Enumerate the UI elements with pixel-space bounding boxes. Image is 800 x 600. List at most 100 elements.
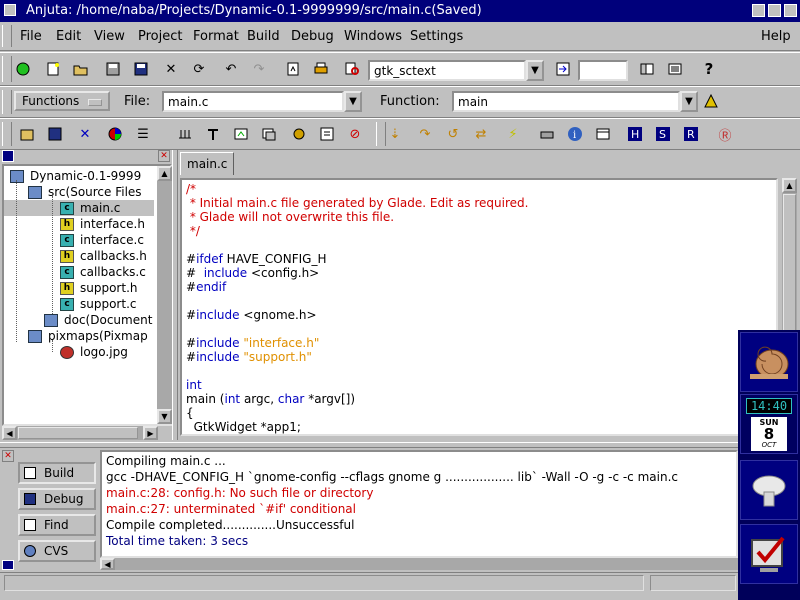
tab-build[interactable]: Build <box>18 462 96 484</box>
code-line[interactable]: int <box>186 378 202 392</box>
file-combo-dropdown[interactable]: ▼ <box>344 91 362 112</box>
save-all-icon[interactable] <box>132 60 150 78</box>
message-line[interactable]: Total time taken: 3 secs <box>106 534 248 548</box>
code-line[interactable]: #include <gnome.h> <box>186 308 317 322</box>
menu-project[interactable]: Project <box>138 29 182 44</box>
minimize-button[interactable] <box>752 4 765 17</box>
function-combo-dropdown[interactable]: ▼ <box>680 91 698 112</box>
execute-icon[interactable] <box>260 125 278 143</box>
code-line[interactable]: #ifdef HAVE_CONFIG_H <box>186 252 327 266</box>
open-file-icon[interactable] <box>72 60 90 78</box>
snail-icon[interactable] <box>740 332 798 392</box>
build-messages[interactable]: Compiling main.c ... gcc -DHAVE_CONFIG_H… <box>100 450 738 558</box>
interrupt-icon[interactable]: ⚡ <box>504 125 522 143</box>
pane-splitter[interactable] <box>172 150 178 440</box>
configure-icon[interactable] <box>290 125 308 143</box>
tree-item[interactable]: h support.h <box>60 280 138 296</box>
tab-cvs[interactable]: CVS <box>18 540 96 562</box>
tree-item[interactable]: c support.c <box>60 296 136 312</box>
project-dock-close-icon[interactable]: ✕ <box>158 150 170 162</box>
mushroom-icon[interactable] <box>740 460 798 520</box>
code-line[interactable]: #endif <box>186 280 226 294</box>
print-preview-icon[interactable] <box>284 60 302 78</box>
print-icon[interactable] <box>312 60 330 78</box>
messages-hscrollbar[interactable]: ◀ <box>100 558 738 570</box>
menu-view[interactable]: View <box>94 29 125 44</box>
tree-item[interactable]: c callbacks.c <box>60 264 146 280</box>
browse-mode-button[interactable]: Functions <box>14 91 110 111</box>
build-icon[interactable] <box>204 125 222 143</box>
menu-format[interactable]: Format <box>193 29 239 44</box>
code-line[interactable]: # include <config.h> <box>186 266 319 280</box>
scroll-up-icon[interactable]: ▲ <box>157 166 172 181</box>
menu-windows[interactable]: Windows <box>344 29 402 44</box>
function-combo-input[interactable]: main <box>452 91 680 112</box>
code-line[interactable]: main (int argc, char *argv[]) <box>186 392 355 406</box>
code-line[interactable]: #include "support.h" <box>186 350 312 364</box>
reload-icon[interactable]: ⟳ <box>190 60 208 78</box>
debug-start-icon[interactable] <box>318 125 336 143</box>
message-line[interactable]: Compile completed..............Unsuccess… <box>106 518 354 532</box>
run-icon[interactable] <box>14 60 32 78</box>
message-line-error[interactable]: main.c:28: config.h: No such file or dir… <box>106 486 373 500</box>
tab-main-c[interactable]: main.c <box>180 152 235 175</box>
scroll-left-icon[interactable]: ◀ <box>100 558 115 570</box>
browser-toolbar-grip[interactable] <box>2 90 12 114</box>
header-toggle-icon[interactable]: H <box>626 125 644 143</box>
scroll-left-icon[interactable]: ◀ <box>2 426 17 440</box>
code-line[interactable]: GtkWidget *app1; <box>186 420 301 434</box>
open-project-icon[interactable] <box>18 125 36 143</box>
project-dock-handle-icon[interactable] <box>2 150 14 162</box>
close-project-icon[interactable]: ✕ <box>76 125 94 143</box>
stop-icon[interactable]: ⊘ <box>346 125 364 143</box>
scroll-right-icon[interactable]: ▶ <box>143 426 158 440</box>
project-tree[interactable]: Dynamic-0.1-9999 src(Source Files c main… <box>2 164 172 426</box>
search-combo-input[interactable]: gtk_sctext <box>368 60 526 81</box>
step-out-icon[interactable]: ↺ <box>444 125 462 143</box>
project-tree-hscrollbar[interactable]: ◀ ▶ <box>2 426 158 440</box>
checkbox-task-icon[interactable] <box>740 524 798 584</box>
maximize-button[interactable] <box>768 4 781 17</box>
record-icon[interactable]: Ⓡ <box>716 125 734 144</box>
menu-edit[interactable]: Edit <box>56 29 81 44</box>
code-editor[interactable]: /* * Initial main.c file generated by Gl… <box>180 178 778 436</box>
tree-item[interactable]: pixmaps(Pixmap <box>28 328 148 344</box>
tree-item-selected[interactable]: c main.c <box>4 200 154 216</box>
code-line[interactable]: * Glade will not overwrite this file. <box>186 210 394 224</box>
tree-item[interactable]: src(Source Files <box>28 184 142 200</box>
message-line-error[interactable]: main.c:27: unterminated `#if' conditiona… <box>106 502 356 516</box>
project-window-icon[interactable] <box>638 60 656 78</box>
source-toggle-icon[interactable]: S <box>654 125 672 143</box>
search-combo-dropdown[interactable]: ▼ <box>526 60 544 81</box>
tab-debug[interactable]: Debug <box>18 488 96 510</box>
step-in-icon[interactable]: ⇣ <box>386 125 404 143</box>
help-icon[interactable]: ? <box>700 60 718 78</box>
project-tree-scrollbar[interactable]: ▲ ▼ <box>157 166 172 424</box>
color-picker-icon[interactable] <box>106 125 124 143</box>
tree-item[interactable]: Dynamic-0.1-9999 <box>10 168 141 184</box>
find-icon[interactable] <box>344 60 362 78</box>
save-icon[interactable] <box>104 60 122 78</box>
message-dock-handle-icon[interactable] <box>2 560 14 570</box>
menu-debug[interactable]: Debug <box>291 29 334 44</box>
info-icon[interactable]: i <box>566 125 584 143</box>
extended-toolbar-grip[interactable] <box>2 122 12 146</box>
message-window-icon[interactable] <box>666 60 684 78</box>
menu-help[interactable]: Help <box>761 29 791 44</box>
debug-toolbar-grip[interactable] <box>376 122 386 146</box>
tree-item[interactable]: h interface.h <box>60 216 145 232</box>
undo-icon[interactable]: ↶ <box>222 60 240 78</box>
step-over-icon[interactable]: ↷ <box>416 125 434 143</box>
tree-item[interactable]: c interface.c <box>60 232 144 248</box>
code-line[interactable]: #include "interface.h" <box>186 336 319 350</box>
goto-line-input[interactable] <box>578 60 628 81</box>
continue-icon[interactable]: ⇄ <box>472 125 490 143</box>
code-line[interactable]: /* <box>186 182 196 196</box>
tree-item[interactable]: doc(Document F <box>44 312 163 328</box>
window-menu-icon[interactable] <box>4 4 16 16</box>
menu-build[interactable]: Build <box>247 29 280 44</box>
scroll-up-icon[interactable]: ▲ <box>782 178 797 193</box>
tree-item[interactable]: logo.jpg <box>60 344 128 360</box>
breakpoint-icon[interactable] <box>538 125 556 143</box>
scroll-down-icon[interactable]: ▼ <box>157 409 172 424</box>
